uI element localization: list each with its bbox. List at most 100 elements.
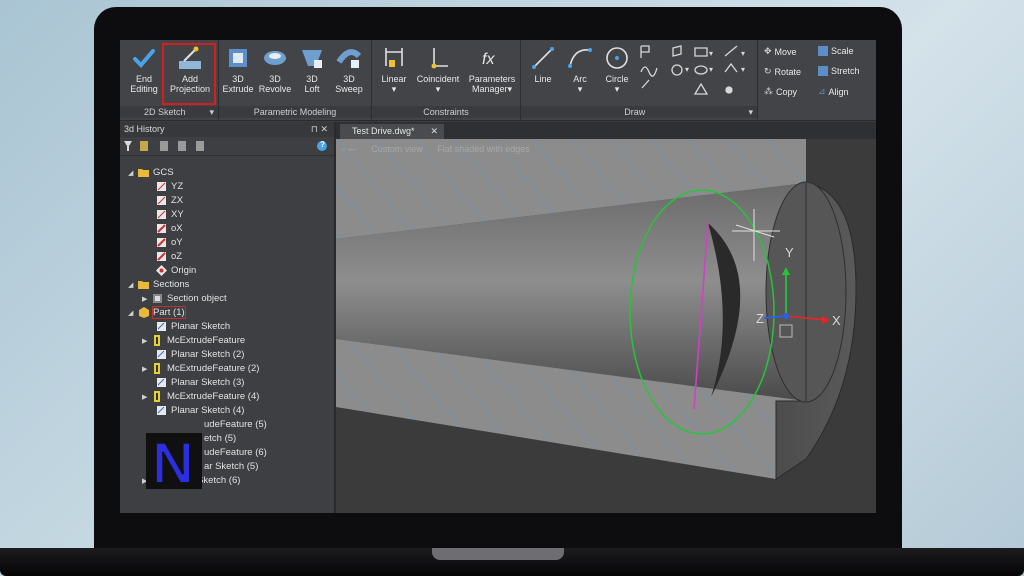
revolve-icon xyxy=(264,51,286,65)
tree-node[interactable]: etch (5) xyxy=(204,432,236,446)
tree-node[interactable]: Origin xyxy=(146,264,196,278)
linear-label-2: ▾ xyxy=(391,84,397,94)
tree-label: McExtrudeFeature xyxy=(167,335,246,346)
panel-pin-close-icons[interactable]: ⊓ ✕ xyxy=(311,122,328,137)
tree-label: Planar Sketch xyxy=(171,321,231,332)
extrude-icon xyxy=(154,334,160,346)
extrude-label-1: 3D xyxy=(232,74,244,84)
tree-node[interactable]: ▶ McExtrudeFeature xyxy=(142,334,245,348)
tree-node[interactable]: XY xyxy=(146,208,184,222)
tool-icon-4 xyxy=(196,141,204,151)
end-editing-button[interactable]: End Editing xyxy=(124,44,164,94)
n-logo-watermark: N xyxy=(146,430,202,491)
circle-icon xyxy=(606,47,628,69)
linear-button[interactable]: Linear ▾ xyxy=(376,44,412,94)
history-toolbar-icons[interactable] xyxy=(120,137,334,155)
stretch-button[interactable]: Stretch xyxy=(818,66,860,76)
panel-title-text: 3d History xyxy=(124,124,165,134)
rotate-button[interactable]: ↻ Rotate xyxy=(764,66,801,77)
parameters-label-2: Manager▾ xyxy=(471,84,513,94)
tree-node[interactable]: oY xyxy=(146,236,183,250)
loft-icon xyxy=(302,50,322,68)
align-button[interactable]: ⊿ Align xyxy=(818,86,849,97)
extrude-button[interactable]: 3D Extrude xyxy=(221,44,255,94)
move-button[interactable]: ✥ Move xyxy=(764,46,797,57)
stretch-label: Stretch xyxy=(831,66,860,76)
loft-button[interactable]: 3D Loft xyxy=(295,44,329,94)
tree-label: ZX xyxy=(171,195,184,206)
tree-node[interactable]: udeFeature (6) xyxy=(204,446,267,460)
group-expand-icon[interactable]: ▾ xyxy=(209,106,214,118)
tree-node[interactable]: ▶ Section object xyxy=(142,292,227,306)
close-tab-icon[interactable]: ✕ xyxy=(430,124,438,139)
tree-node[interactable]: ar Sketch (5) xyxy=(204,460,258,474)
stretch-icon xyxy=(818,66,828,76)
scale-button[interactable]: Scale xyxy=(818,46,854,56)
group-label-2d-sketch: 2D Sketch xyxy=(143,107,186,117)
sweep-label-2: Sweep xyxy=(335,84,363,94)
model-viewport[interactable]: Test Drive.dwg* ✕ ▫ — Custom view Flat s… xyxy=(336,122,876,513)
coincident-button[interactable]: Coincident ▾ xyxy=(414,44,462,94)
origin-icon xyxy=(156,264,167,276)
sweep-icon xyxy=(336,49,362,68)
sweep-label-1: 3D xyxy=(343,74,355,84)
arc-button[interactable]: Arc ▾ xyxy=(563,44,597,94)
fx-icon: fx xyxy=(482,51,495,68)
ribbon-group-label: 2D Sketch ▾ xyxy=(120,106,218,118)
folder-icon xyxy=(138,280,149,289)
shading-mode-dropdown[interactable]: Flat shaded with edges xyxy=(437,144,530,154)
x-axis-label: X xyxy=(832,313,841,328)
app-screen: End Editing Add Projection 2D Sketch ▾ 3… xyxy=(120,40,876,513)
sweep-button[interactable]: 3D Sweep xyxy=(331,44,367,94)
tree-node[interactable]: Planar Sketch xyxy=(146,320,230,334)
part-icon xyxy=(139,306,149,318)
line-button[interactable]: Line xyxy=(525,44,561,84)
draw-tools-grid[interactable]: ▾ ▾ ▾ ▾ ▾ xyxy=(637,44,755,102)
circle-button[interactable]: Circle ▾ xyxy=(599,44,635,94)
sketch-icon xyxy=(157,349,166,359)
tree-node[interactable]: YZ xyxy=(146,180,183,194)
align-icon: ⊿ xyxy=(818,86,826,96)
checkmark-icon xyxy=(133,49,155,68)
sketch-icon xyxy=(157,321,166,331)
tree-node[interactable]: ▶ McExtrudeFeature (2) xyxy=(142,362,259,376)
loft-label-2: Loft xyxy=(304,84,320,94)
svg-text:▾: ▾ xyxy=(685,65,689,74)
help-label[interactable]: ? xyxy=(320,140,325,149)
tree-node[interactable]: oZ xyxy=(146,250,182,264)
copy-icon: ⁂ xyxy=(764,86,773,96)
copy-button[interactable]: ⁂ Copy xyxy=(764,86,797,97)
tree-node[interactable]: ◢ Part (1) xyxy=(128,306,186,320)
ribbon-group-draw: Line Arc ▾ Circle ▾ ▾ ▾ ▾ ▾ ▾ Draw ▾ xyxy=(521,40,758,120)
line-label: Line xyxy=(534,74,552,84)
tree-node[interactable]: udeFeature (5) xyxy=(204,418,267,432)
ribbon-group-label: Draw ▾ xyxy=(521,106,757,118)
add-projection-highlight xyxy=(162,43,216,105)
arc-icon xyxy=(568,48,592,68)
extrude-icon xyxy=(229,49,247,67)
svg-text:▾: ▾ xyxy=(741,65,745,74)
svg-text:▾: ▾ xyxy=(709,49,713,58)
tool-icon-2 xyxy=(160,141,168,151)
tree-node[interactable]: Planar Sketch (2) xyxy=(146,348,244,362)
document-tab[interactable]: Test Drive.dwg* ✕ xyxy=(340,124,444,139)
ribbon-group-parametric-modeling: 3D Extrude 3D Revolve 3D Loft 3D Sweep P… xyxy=(219,40,372,120)
tree-node[interactable]: oX xyxy=(146,222,183,236)
sketch-icon xyxy=(157,377,166,387)
tree-node[interactable]: Planar Sketch (4) xyxy=(146,404,244,418)
view-mode-dropdown[interactable]: Custom view xyxy=(371,144,423,154)
history-panel-title: 3d History ⊓ ✕ xyxy=(120,122,334,137)
view-menu-icon[interactable]: ▫ — xyxy=(342,144,357,154)
parameters-manager-button[interactable]: fx Parameters Manager▾ xyxy=(466,44,518,94)
draw-expand-icon[interactable]: ▾ xyxy=(748,106,753,118)
tree-node[interactable]: ▶ McExtrudeFeature (4) xyxy=(142,390,259,404)
extrude-icon xyxy=(154,362,160,374)
tree-node[interactable]: ◢ Sections xyxy=(128,278,189,292)
ribbon-group-constraints: Linear ▾ Coincident ▾ fx Parameters Mana… xyxy=(372,40,521,120)
tree-node[interactable]: Planar Sketch (3) xyxy=(146,376,244,390)
tree-node[interactable]: ZX xyxy=(146,194,183,208)
revolve-button[interactable]: 3D Revolve xyxy=(257,44,293,94)
3d-model-scene[interactable]: Y X Z xyxy=(336,139,876,513)
plane-icon xyxy=(157,195,166,205)
tree-node[interactable]: ◢ GCS xyxy=(128,166,174,180)
